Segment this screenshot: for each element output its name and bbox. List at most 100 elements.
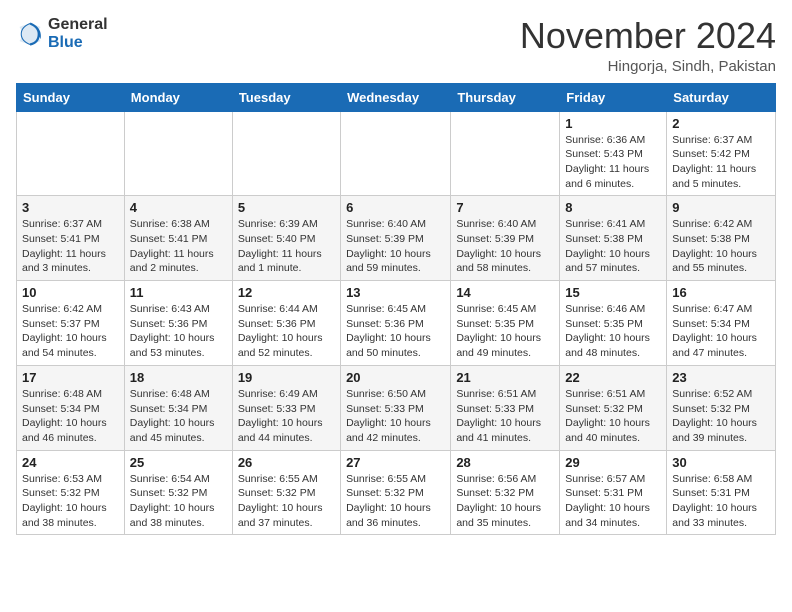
day-cell: 13 Sunrise: 6:45 AM Sunset: 5:36 PM Dayli…: [341, 281, 451, 366]
day-cell: 18 Sunrise: 6:48 AM Sunset: 5:34 PM Dayli…: [124, 365, 232, 450]
day-cell: 16 Sunrise: 6:47 AM Sunset: 5:34 PM Dayli…: [667, 281, 776, 366]
day-cell: 28 Sunrise: 6:56 AM Sunset: 5:32 PM Dayli…: [451, 450, 560, 535]
calendar-body: 1 Sunrise: 6:36 AM Sunset: 5:43 PM Daylig…: [17, 111, 776, 535]
week-row-4: 17 Sunrise: 6:48 AM Sunset: 5:34 PM Dayli…: [17, 365, 776, 450]
day-info: Sunrise: 6:42 AM Sunset: 5:37 PM Dayligh…: [22, 302, 119, 361]
day-cell: 23Sunrise: 6:52 AM Sunset: 5:32 PM Dayli…: [667, 365, 776, 450]
day-info: Sunrise: 6:43 AM Sunset: 5:36 PM Dayligh…: [130, 302, 227, 361]
day-cell: 21Sunrise: 6:51 AM Sunset: 5:33 PM Dayli…: [451, 365, 560, 450]
day-number: 24: [22, 455, 119, 470]
day-info: Sunrise: 6:41 AM Sunset: 5:38 PM Dayligh…: [565, 217, 661, 276]
day-cell: [124, 111, 232, 196]
day-info: Sunrise: 6:38 AM Sunset: 5:41 PM Dayligh…: [130, 217, 227, 276]
day-number: 2: [672, 116, 770, 131]
day-cell: 5 Sunrise: 6:39 AM Sunset: 5:40 PM Daylig…: [232, 196, 340, 281]
day-cell: 2 Sunrise: 6:37 AM Sunset: 5:42 PM Daylig…: [667, 111, 776, 196]
day-cell: 11 Sunrise: 6:43 AM Sunset: 5:36 PM Dayli…: [124, 281, 232, 366]
day-cell: 17Sunrise: 6:48 AM Sunset: 5:34 PM Dayli…: [17, 365, 125, 450]
day-info: Sunrise: 6:58 AM Sunset: 5:31 PM Dayligh…: [672, 472, 770, 531]
day-cell: 22Sunrise: 6:51 AM Sunset: 5:32 PM Dayli…: [560, 365, 667, 450]
day-info: Sunrise: 6:56 AM Sunset: 5:32 PM Dayligh…: [456, 472, 554, 531]
day-number: 7: [456, 200, 554, 215]
day-number: 1: [565, 116, 661, 131]
day-number: 16: [672, 285, 770, 300]
day-number: 21: [456, 370, 554, 385]
header-cell-thursday: Thursday: [451, 83, 560, 111]
day-cell: 8 Sunrise: 6:41 AM Sunset: 5:38 PM Daylig…: [560, 196, 667, 281]
day-cell: 10 Sunrise: 6:42 AM Sunset: 5:37 PM Dayli…: [17, 281, 125, 366]
day-info: Sunrise: 6:47 AM Sunset: 5:34 PM Dayligh…: [672, 302, 770, 361]
day-cell: 27 Sunrise: 6:55 AM Sunset: 5:32 PM Dayli…: [341, 450, 451, 535]
location-subtitle: Hingorja, Sindh, Pakistan: [520, 58, 776, 75]
day-number: 12: [238, 285, 335, 300]
day-info: Sunrise: 6:48 AM Sunset: 5:34 PM Dayligh…: [130, 387, 227, 446]
day-cell: [451, 111, 560, 196]
day-number: 8: [565, 200, 661, 215]
logo-general: General: [48, 16, 108, 34]
day-info: Sunrise: 6:50 AM Sunset: 5:33 PM Dayligh…: [346, 387, 445, 446]
day-number: 28: [456, 455, 554, 470]
day-cell: 26 Sunrise: 6:55 AM Sunset: 5:32 PM Dayli…: [232, 450, 340, 535]
day-number: 19: [238, 370, 335, 385]
day-info: Sunrise: 6:54 AM Sunset: 5:32 PM Dayligh…: [130, 472, 227, 531]
day-cell: [17, 111, 125, 196]
day-cell: 30 Sunrise: 6:58 AM Sunset: 5:31 PM Dayli…: [667, 450, 776, 535]
day-number: 17: [22, 370, 119, 385]
day-cell: 1 Sunrise: 6:36 AM Sunset: 5:43 PM Daylig…: [560, 111, 667, 196]
month-title: November 2024: [520, 16, 776, 56]
calendar-table: SundayMondayTuesdayWednesdayThursdayFrid…: [16, 83, 776, 536]
header-cell-wednesday: Wednesday: [341, 83, 451, 111]
day-cell: 3Sunrise: 6:37 AM Sunset: 5:41 PM Daylig…: [17, 196, 125, 281]
day-info: Sunrise: 6:36 AM Sunset: 5:43 PM Dayligh…: [565, 133, 661, 192]
day-number: 5: [238, 200, 335, 215]
day-info: Sunrise: 6:45 AM Sunset: 5:36 PM Dayligh…: [346, 302, 445, 361]
week-row-3: 10 Sunrise: 6:42 AM Sunset: 5:37 PM Dayli…: [17, 281, 776, 366]
day-cell: 25 Sunrise: 6:54 AM Sunset: 5:32 PM Dayli…: [124, 450, 232, 535]
day-cell: 4 Sunrise: 6:38 AM Sunset: 5:41 PM Daylig…: [124, 196, 232, 281]
calendar-header: SundayMondayTuesdayWednesdayThursdayFrid…: [17, 83, 776, 111]
header-row: SundayMondayTuesdayWednesdayThursdayFrid…: [17, 83, 776, 111]
day-number: 25: [130, 455, 227, 470]
day-cell: 6 Sunrise: 6:40 AM Sunset: 5:39 PM Daylig…: [341, 196, 451, 281]
day-info: Sunrise: 6:55 AM Sunset: 5:32 PM Dayligh…: [238, 472, 335, 531]
day-info: Sunrise: 6:44 AM Sunset: 5:36 PM Dayligh…: [238, 302, 335, 361]
logo: General Blue: [16, 16, 108, 51]
header-cell-sunday: Sunday: [17, 83, 125, 111]
day-number: 10: [22, 285, 119, 300]
day-info: Sunrise: 6:49 AM Sunset: 5:33 PM Dayligh…: [238, 387, 335, 446]
day-number: 4: [130, 200, 227, 215]
logo-blue: Blue: [48, 34, 108, 52]
day-cell: 7 Sunrise: 6:40 AM Sunset: 5:39 PM Daylig…: [451, 196, 560, 281]
day-cell: 29Sunrise: 6:57 AM Sunset: 5:31 PM Dayli…: [560, 450, 667, 535]
day-cell: 20Sunrise: 6:50 AM Sunset: 5:33 PM Dayli…: [341, 365, 451, 450]
day-info: Sunrise: 6:55 AM Sunset: 5:32 PM Dayligh…: [346, 472, 445, 531]
title-block: November 2024 Hingorja, Sindh, Pakistan: [520, 16, 776, 75]
day-number: 22: [565, 370, 661, 385]
day-number: 6: [346, 200, 445, 215]
day-number: 15: [565, 285, 661, 300]
day-cell: 12 Sunrise: 6:44 AM Sunset: 5:36 PM Dayli…: [232, 281, 340, 366]
day-number: 11: [130, 285, 227, 300]
day-info: Sunrise: 6:53 AM Sunset: 5:32 PM Dayligh…: [22, 472, 119, 531]
day-info: Sunrise: 6:37 AM Sunset: 5:42 PM Dayligh…: [672, 133, 770, 192]
day-number: 30: [672, 455, 770, 470]
day-number: 18: [130, 370, 227, 385]
day-cell: 9Sunrise: 6:42 AM Sunset: 5:38 PM Daylig…: [667, 196, 776, 281]
day-info: Sunrise: 6:39 AM Sunset: 5:40 PM Dayligh…: [238, 217, 335, 276]
header-cell-monday: Monday: [124, 83, 232, 111]
header-cell-tuesday: Tuesday: [232, 83, 340, 111]
logo-icon: [16, 20, 44, 48]
week-row-5: 24 Sunrise: 6:53 AM Sunset: 5:32 PM Dayli…: [17, 450, 776, 535]
day-number: 27: [346, 455, 445, 470]
day-number: 26: [238, 455, 335, 470]
header-cell-friday: Friday: [560, 83, 667, 111]
day-number: 13: [346, 285, 445, 300]
day-info: Sunrise: 6:45 AM Sunset: 5:35 PM Dayligh…: [456, 302, 554, 361]
day-info: Sunrise: 6:40 AM Sunset: 5:39 PM Dayligh…: [456, 217, 554, 276]
day-info: Sunrise: 6:57 AM Sunset: 5:31 PM Dayligh…: [565, 472, 661, 531]
week-row-1: 1 Sunrise: 6:36 AM Sunset: 5:43 PM Daylig…: [17, 111, 776, 196]
day-info: Sunrise: 6:40 AM Sunset: 5:39 PM Dayligh…: [346, 217, 445, 276]
day-cell: 19 Sunrise: 6:49 AM Sunset: 5:33 PM Dayli…: [232, 365, 340, 450]
day-info: Sunrise: 6:42 AM Sunset: 5:38 PM Dayligh…: [672, 217, 770, 276]
day-number: 23: [672, 370, 770, 385]
